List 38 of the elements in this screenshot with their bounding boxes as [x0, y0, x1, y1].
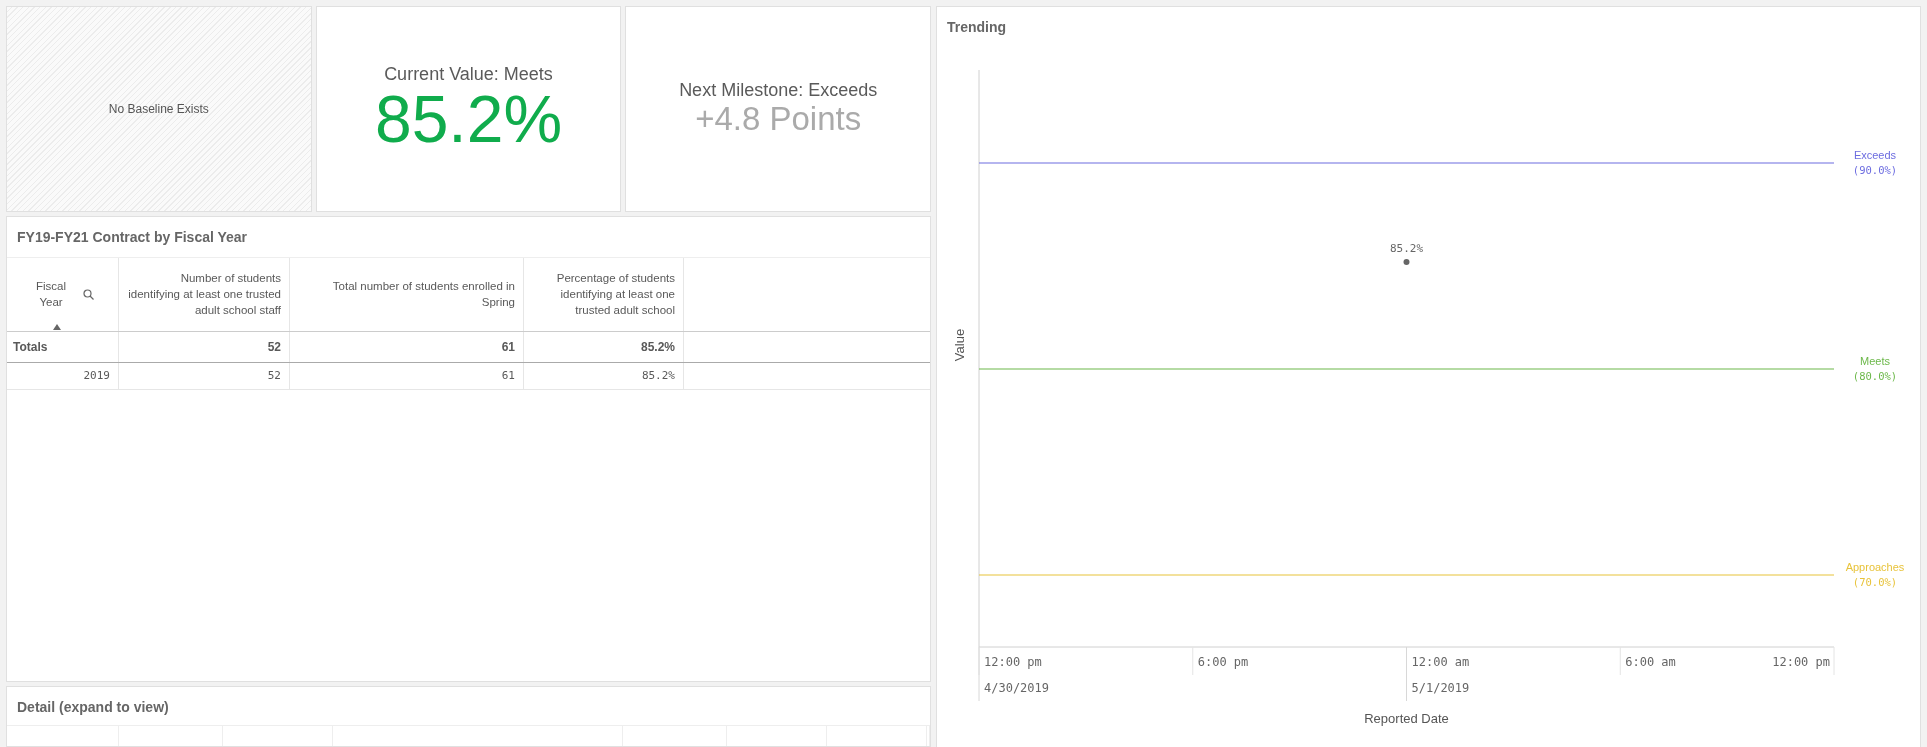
column-header[interactable]: Percentage of students identifying at least one trusted adult school [532, 270, 675, 319]
chart-title: Trending [946, 18, 1008, 37]
reference-value: (70.0%) [1852, 576, 1898, 588]
time-tick-label: 12:00 am [1411, 655, 1470, 669]
column-header[interactable]: Total number of students enrolled in Spring [298, 278, 515, 311]
data-label: 85.2% [1389, 242, 1424, 255]
time-tick-label: 6:00 pm [1197, 655, 1249, 669]
column-header[interactable]: Fiscal Year [31, 278, 71, 311]
table-cell: 85.2% [641, 369, 675, 383]
total-cell: 85.2% [640, 339, 675, 354]
reference-value: (90.0%) [1852, 164, 1898, 176]
table-title: FY19-FY21 Contract by Fiscal Year [16, 227, 249, 247]
table-cell: 52 [267, 369, 281, 383]
current-value: 85.2% [374, 84, 563, 155]
reference-label: Exceeds [1853, 149, 1897, 161]
data-point [1403, 259, 1410, 265]
date-label: 5/1/2019 [1411, 681, 1470, 695]
total-cell: 52 [267, 339, 281, 354]
milestone-label: Next Milestone: Exceeds [679, 80, 878, 102]
totals-label: Totals [13, 339, 48, 354]
reference-label: Meets [1860, 355, 1890, 367]
total-cell: 61 [501, 339, 515, 354]
search-icon[interactable] [83, 288, 94, 300]
table-cell: 61 [501, 369, 515, 383]
table-cell: 2019 [83, 369, 110, 383]
time-tick-label: 12:00 pm [984, 655, 1042, 669]
time-tick-label: 12:00 pm [1772, 655, 1830, 669]
date-label: 4/30/2019 [984, 681, 1050, 695]
reference-label: Approaches [1845, 561, 1905, 573]
y-axis-title: Value [952, 328, 967, 362]
current-value-label: Current Value: Meets [384, 63, 553, 85]
milestone-value: +4.8 Points [695, 101, 862, 138]
column-header[interactable]: Number of students identifying at least one trusted adult school staff [127, 270, 281, 319]
time-tick-label: 6:00 am [1625, 655, 1676, 669]
x-axis-title: Reported Date [1364, 711, 1449, 726]
detail-title[interactable]: Detail (expand to view) [7, 687, 930, 725]
baseline-text: No Baseline Exists [108, 101, 209, 116]
reference-value: (80.0%) [1852, 370, 1898, 382]
